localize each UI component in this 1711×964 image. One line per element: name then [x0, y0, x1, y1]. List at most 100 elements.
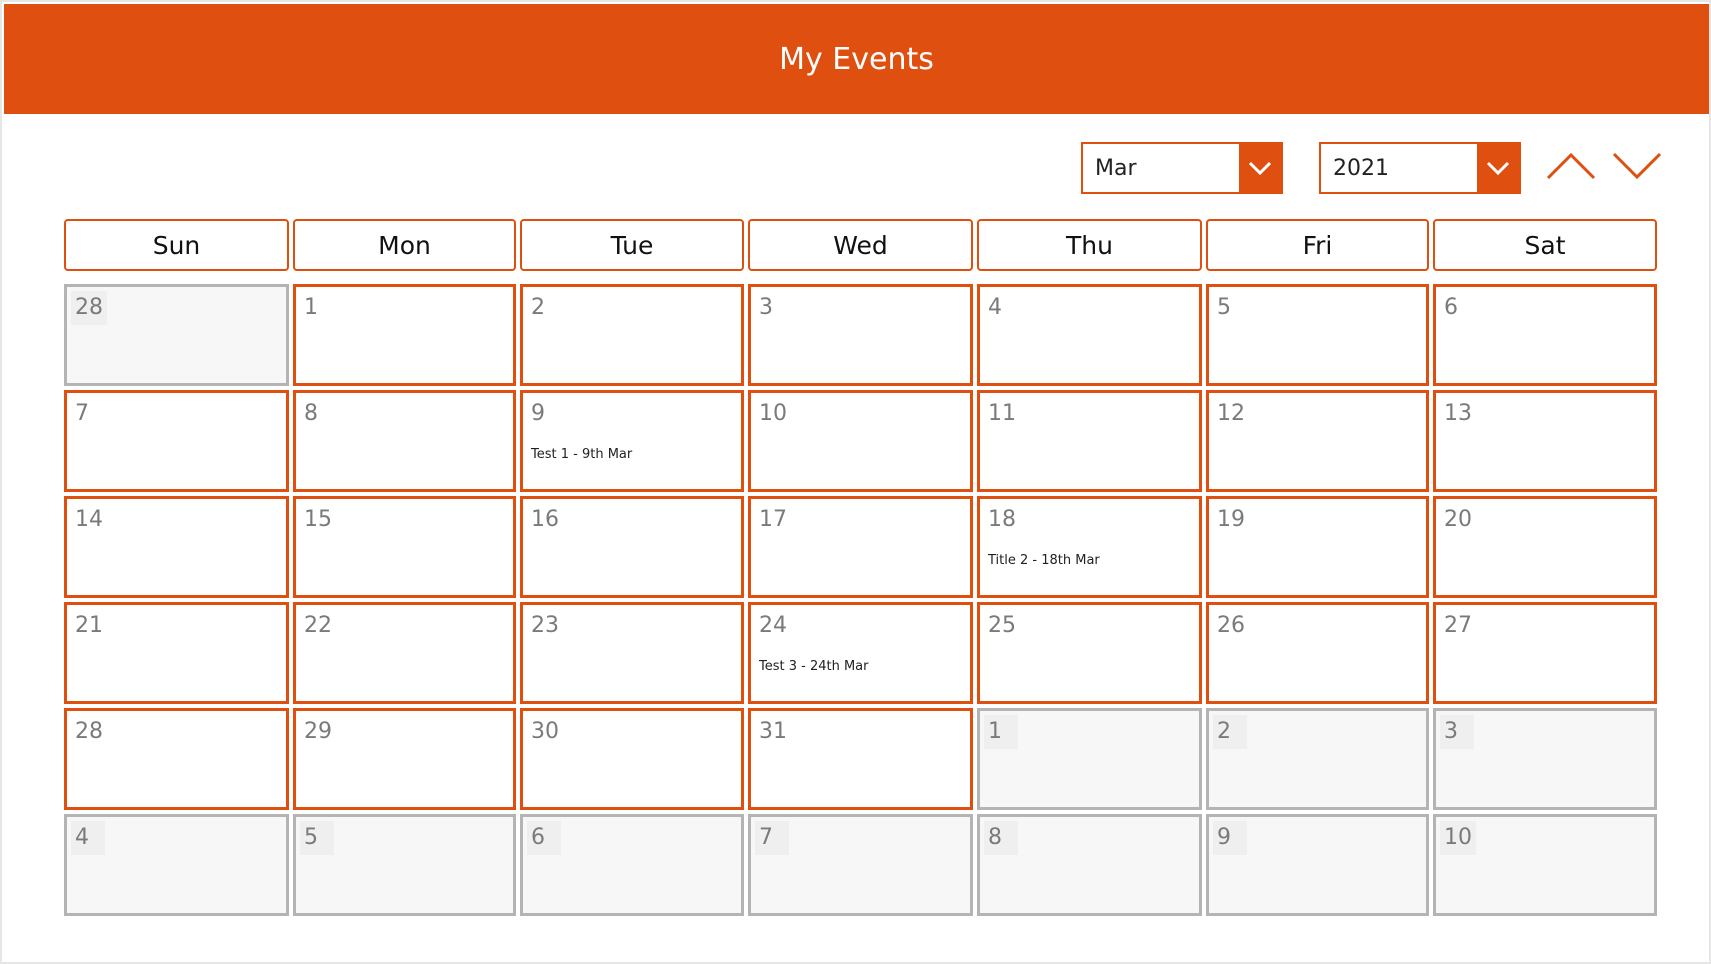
day-number: 28 — [75, 719, 103, 744]
calendar-day-cell[interactable]: 9 Test 1 - 9th Mar — [520, 390, 744, 492]
calendar-day-cell[interactable]: 17 — [748, 496, 973, 598]
day-number: 8 — [304, 401, 318, 426]
month-dropdown[interactable]: Mar — [1081, 142, 1283, 194]
calendar-day-cell[interactable]: 2 — [520, 284, 744, 386]
calendar-day-cell[interactable]: 4 — [977, 284, 1202, 386]
calendar-day-cell[interactable]: 5 — [293, 814, 516, 916]
day-number: 3 — [759, 295, 773, 320]
day-number: 4 — [988, 295, 1002, 320]
day-number: 25 — [988, 613, 1016, 638]
calendar-day-cell[interactable]: 29 — [293, 708, 516, 810]
calendar-day-cell[interactable]: 8 — [977, 814, 1202, 916]
day-number: 29 — [304, 719, 332, 744]
day-number: 1 — [304, 295, 318, 320]
day-number: 3 — [1440, 715, 1474, 749]
day-number: 27 — [1444, 613, 1472, 638]
day-number: 7 — [75, 401, 89, 426]
day-number: 18 — [988, 507, 1016, 532]
day-number: 15 — [304, 507, 332, 532]
day-number: 20 — [1444, 507, 1472, 532]
day-number: 22 — [304, 613, 332, 638]
calendar-day-cell[interactable]: 14 — [64, 496, 289, 598]
day-number: 5 — [1217, 295, 1231, 320]
day-number: 19 — [1217, 507, 1245, 532]
calendar-day-cell[interactable]: 2 — [1206, 708, 1429, 810]
calendar-day-cell[interactable]: 19 — [1206, 496, 1429, 598]
year-dropdown[interactable]: 2021 — [1319, 142, 1521, 194]
day-number: 13 — [1444, 401, 1472, 426]
event-label[interactable]: Title 2 - 18th Mar — [988, 553, 1100, 568]
day-number: 30 — [531, 719, 559, 744]
day-number: 6 — [1444, 295, 1458, 320]
calendar-day-cell[interactable]: 11 — [977, 390, 1202, 492]
calendar-day-cell[interactable]: 28 — [64, 708, 289, 810]
event-label[interactable]: Test 1 - 9th Mar — [531, 447, 632, 462]
year-dropdown-value: 2021 — [1333, 155, 1389, 181]
calendar-day-cell[interactable]: 10 — [748, 390, 973, 492]
calendar-day-cell[interactable]: 6 — [1433, 284, 1657, 386]
calendar-day-cell[interactable]: 28 — [64, 284, 289, 386]
next-month-button[interactable] — [1609, 144, 1665, 188]
calendar-day-cell[interactable]: 1 — [977, 708, 1202, 810]
weekday-header: Mon — [293, 219, 516, 271]
day-number: 4 — [71, 821, 105, 855]
chevron-down-icon[interactable] — [1477, 144, 1519, 192]
calendar-day-cell[interactable]: 3 — [1433, 708, 1657, 810]
calendar-day-cell[interactable]: 31 — [748, 708, 973, 810]
event-label[interactable]: Test 3 - 24th Mar — [759, 659, 869, 674]
calendar-day-cell[interactable]: 9 — [1206, 814, 1429, 916]
day-number: 11 — [988, 401, 1016, 426]
weekday-header: Wed — [748, 219, 973, 271]
day-number: 2 — [1213, 715, 1247, 749]
calendar-day-cell[interactable]: 23 — [520, 602, 744, 704]
calendar-day-cell[interactable]: 27 — [1433, 602, 1657, 704]
calendar-day-cell[interactable]: 25 — [977, 602, 1202, 704]
calendar-day-cell[interactable]: 5 — [1206, 284, 1429, 386]
calendar-day-cell[interactable]: 21 — [64, 602, 289, 704]
calendar-day-cell[interactable]: 15 — [293, 496, 516, 598]
weekday-header: Sun — [64, 219, 289, 271]
calendar-day-cell[interactable]: 3 — [748, 284, 973, 386]
calendar-day-cell[interactable]: 16 — [520, 496, 744, 598]
day-number: 8 — [984, 821, 1018, 855]
day-number: 24 — [759, 613, 787, 638]
day-number: 12 — [1217, 401, 1245, 426]
weekday-header: Sat — [1433, 219, 1657, 271]
chevron-down-icon[interactable] — [1239, 144, 1281, 192]
day-number: 28 — [71, 291, 107, 325]
day-number: 1 — [984, 715, 1018, 749]
weekday-header: Thu — [977, 219, 1202, 271]
calendar-day-cell[interactable]: 7 — [748, 814, 973, 916]
app-header: My Events — [4, 4, 1709, 114]
calendar-day-cell[interactable]: 18 Title 2 - 18th Mar — [977, 496, 1202, 598]
day-number: 10 — [759, 401, 787, 426]
calendar-day-cell[interactable]: 26 — [1206, 602, 1429, 704]
calendar-day-cell[interactable]: 6 — [520, 814, 744, 916]
day-number: 6 — [527, 821, 561, 855]
day-number: 21 — [75, 613, 103, 638]
day-number: 2 — [531, 295, 545, 320]
chevron-up-icon — [1546, 152, 1596, 180]
calendar-day-cell[interactable]: 10 — [1433, 814, 1657, 916]
day-number: 31 — [759, 719, 787, 744]
calendar-day-cell[interactable]: 22 — [293, 602, 516, 704]
chevron-down-icon — [1612, 152, 1662, 180]
day-number: 7 — [755, 821, 789, 855]
day-number: 23 — [531, 613, 559, 638]
day-number: 16 — [531, 507, 559, 532]
app-frame: My Events Mar 2021 Sun Mon Tue Wed Thu F… — [0, 0, 1711, 964]
previous-month-button[interactable] — [1543, 144, 1599, 188]
day-number: 9 — [1213, 821, 1247, 855]
calendar-day-cell[interactable]: 12 — [1206, 390, 1429, 492]
calendar-day-cell[interactable]: 1 — [293, 284, 516, 386]
calendar-day-cell[interactable]: 30 — [520, 708, 744, 810]
calendar-day-cell[interactable]: 8 — [293, 390, 516, 492]
page-title: My Events — [779, 41, 934, 77]
calendar-day-cell[interactable]: 4 — [64, 814, 289, 916]
calendar-day-cell[interactable]: 13 — [1433, 390, 1657, 492]
calendar-day-cell[interactable]: 20 — [1433, 496, 1657, 598]
weekday-header: Tue — [520, 219, 744, 271]
month-dropdown-value: Mar — [1095, 155, 1137, 181]
calendar-day-cell[interactable]: 7 — [64, 390, 289, 492]
calendar-day-cell[interactable]: 24 Test 3 - 24th Mar — [748, 602, 973, 704]
